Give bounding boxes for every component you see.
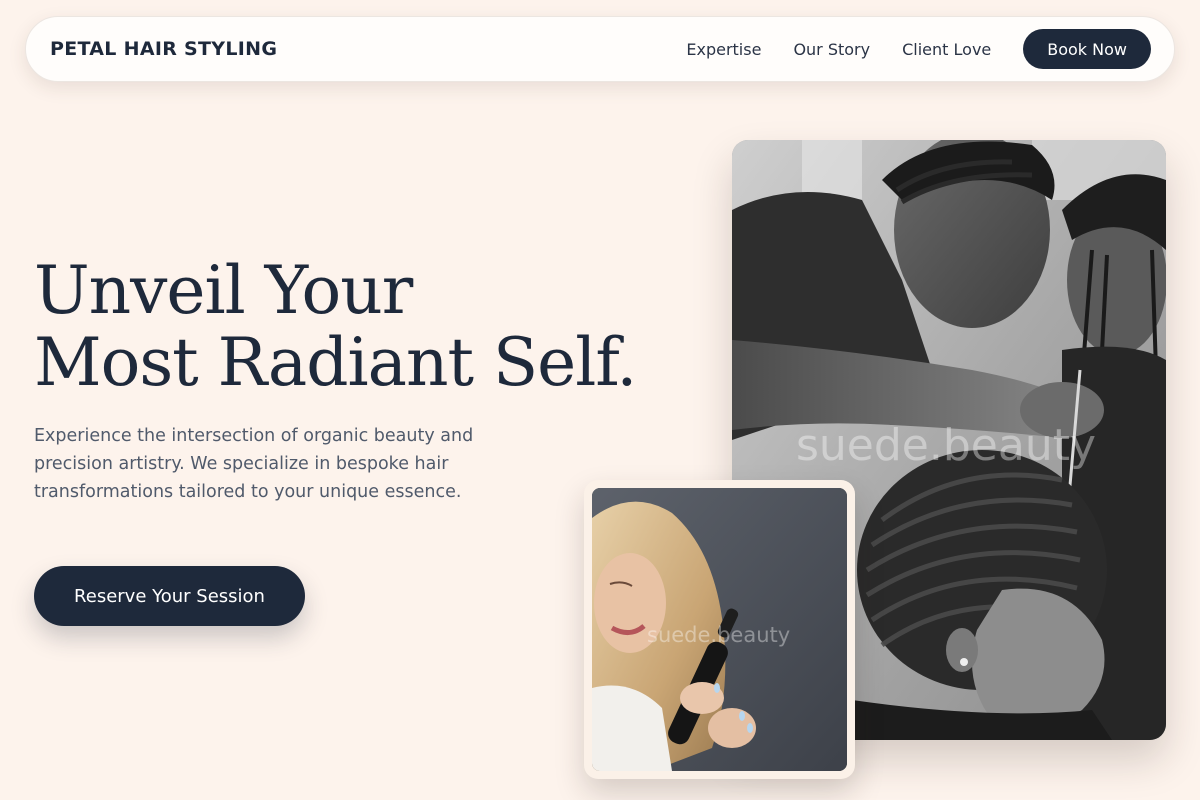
curling-photo-illustration [592,488,847,771]
landing-page: PETAL HAIR STYLING Expertise Our Story C… [0,0,1200,800]
nav-link-our-story[interactable]: Our Story [793,40,870,59]
nav-links: Expertise Our Story Client Love Book Now [686,29,1151,69]
top-navbar: PETAL HAIR STYLING Expertise Our Story C… [25,16,1175,82]
nav-link-client-love[interactable]: Client Love [902,40,991,59]
hero-headline-line-1: Unveil Your [34,252,413,329]
hero-headline-line-2: Most Radiant Self. [34,324,637,401]
reserve-session-button[interactable]: Reserve Your Session [34,566,305,626]
curling-photo-frame: suede.beauty [584,480,855,779]
hero-headline: Unveil Your Most Radiant Self. [34,252,637,401]
nav-link-expertise[interactable]: Expertise [686,40,761,59]
hero-subtext: Experience the intersection of organic b… [34,426,474,502]
brand-logo[interactable]: PETAL HAIR STYLING [50,38,277,60]
book-now-button[interactable]: Book Now [1023,29,1151,69]
curling-photo: suede.beauty [592,488,847,771]
